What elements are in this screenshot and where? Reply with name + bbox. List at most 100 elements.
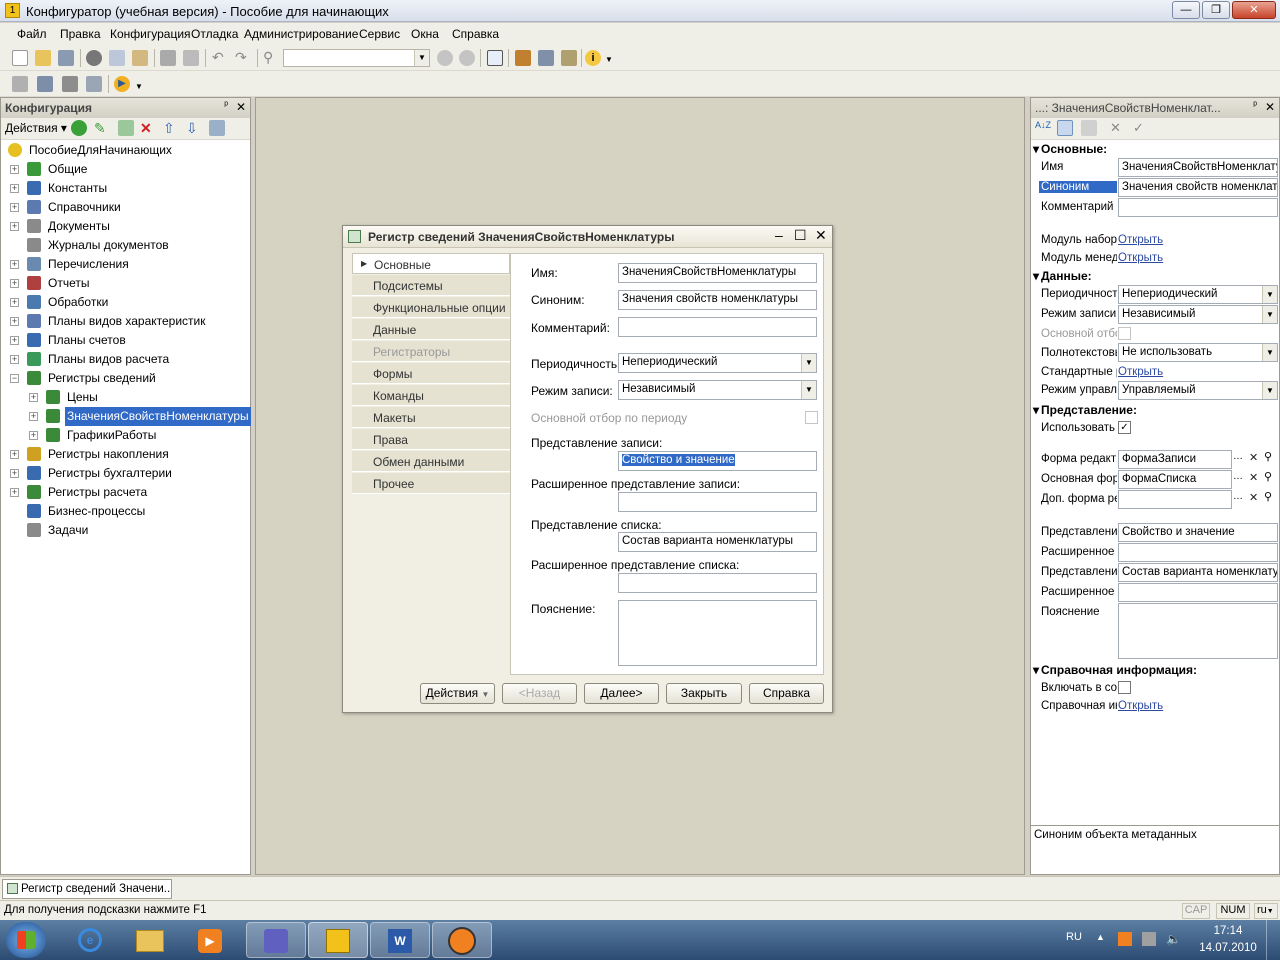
prop-add-form-value[interactable] [1118, 490, 1232, 509]
tree-item[interactable]: + ЗначенияСвойствНоменклатуры [2, 407, 251, 426]
tray-flag-icon[interactable] [1142, 932, 1156, 946]
next-button[interactable]: Далее> [584, 683, 659, 704]
prop-std-attr-link[interactable]: Открыть [1118, 366, 1163, 378]
menu-service[interactable]: Сервис [359, 27, 400, 41]
actions-button[interactable]: Действия ▼ [420, 683, 495, 704]
tree-item[interactable]: + Общие [2, 160, 251, 179]
clear-icon[interactable]: ✕ [1249, 491, 1258, 504]
tree-item[interactable]: Журналы документов [2, 236, 251, 255]
minimize-icon[interactable]: – [775, 227, 783, 243]
chevron-down-icon[interactable]: ▼ [1262, 344, 1277, 361]
tree-item[interactable]: + Обработки [2, 293, 251, 312]
dialog-tab[interactable]: Команды [352, 385, 510, 406]
ext-record-repr-field[interactable] [618, 492, 817, 512]
main-filter-checkbox[interactable] [805, 411, 818, 424]
select-icon[interactable]: … [1233, 471, 1243, 482]
dialog-tab[interactable]: Макеты [352, 407, 510, 428]
collapse-icon[interactable]: − [10, 374, 19, 383]
search-icon[interactable]: ⚲ [1264, 490, 1272, 503]
name-field[interactable]: ЗначенияСвойствНоменклатуры [618, 263, 817, 283]
print-icon[interactable] [160, 50, 176, 66]
search-icon[interactable]: ⚲ [1264, 470, 1272, 483]
apply-icon[interactable]: ✓ [1133, 120, 1149, 136]
prop-data-lock-select[interactable]: Управляемый ▼ [1118, 381, 1278, 400]
word-taskbar-button[interactable]: W [370, 922, 430, 958]
copy-icon[interactable] [109, 50, 125, 66]
find-next-icon[interactable] [437, 50, 453, 66]
print-preview-icon[interactable] [183, 50, 199, 66]
expand-icon[interactable]: + [10, 298, 19, 307]
pin-icon[interactable]: ᵖ [1253, 100, 1257, 111]
prop-name-value[interactable]: ЗначенияСвойствНоменклатуры [1118, 158, 1278, 177]
info-icon[interactable]: i [585, 50, 601, 66]
tree-item[interactable]: + Перечисления [2, 255, 251, 274]
expand-icon[interactable]: + [10, 355, 19, 364]
section-help-info[interactable]: Справочная информация: [1033, 663, 1197, 677]
show-desktop-button[interactable] [1266, 920, 1280, 960]
write-mode-select[interactable]: Независимый ▼ [618, 380, 817, 400]
config-tree-icon[interactable] [12, 76, 28, 92]
expand-icon[interactable]: + [10, 260, 19, 269]
add-icon[interactable] [71, 120, 87, 136]
list-repr-field[interactable]: Состав варианта номенклатуры [618, 532, 817, 552]
sort-az-icon[interactable]: A↓Z [1035, 121, 1051, 137]
tree-item[interactable]: + Отчеты [2, 274, 251, 293]
tree-item[interactable]: ПособиеДляНачинающих [2, 141, 251, 160]
prop-explanation-value[interactable] [1118, 603, 1278, 659]
move-down-icon[interactable]: ⇩ [186, 120, 202, 136]
section-main[interactable]: Основные: [1033, 142, 1107, 156]
chevron-down-icon[interactable]: ▼ [801, 381, 816, 399]
expand-icon[interactable]: + [10, 469, 19, 478]
start-debug-icon[interactable]: ▶ [114, 76, 130, 92]
select-icon[interactable]: … [1233, 451, 1243, 462]
undo-icon[interactable]: ↶ [212, 50, 228, 66]
save-icon[interactable] [58, 50, 74, 66]
clear-icon[interactable]: ✕ [1249, 451, 1258, 464]
prop-main-filter-checkbox[interactable] [1118, 327, 1131, 340]
dialog-tab[interactable]: Подсистемы [352, 275, 510, 296]
section-presentation[interactable]: Представление: [1033, 403, 1137, 417]
ie-taskbar-button[interactable]: e [60, 922, 120, 958]
expand-icon[interactable]: + [10, 203, 19, 212]
dialog-tab[interactable]: Регистраторы [352, 341, 510, 362]
prop-list-repr-value[interactable]: Состав варианта номенклатуры [1118, 563, 1278, 582]
prop-fulltext-select[interactable]: Не использовать ▼ [1118, 343, 1278, 362]
prop-write-mode-select[interactable]: Независимый ▼ [1118, 305, 1278, 324]
tree-item[interactable]: + Константы [2, 179, 251, 198]
chevron-down-icon[interactable]: ▼ [1262, 382, 1277, 399]
tree-item[interactable]: + Справочники [2, 198, 251, 217]
close-button[interactable]: ✕ [1232, 1, 1276, 19]
tree-item[interactable]: + Планы видов расчета [2, 350, 251, 369]
expand-icon[interactable]: + [29, 393, 38, 402]
move-up-icon[interactable]: ⇧ [163, 120, 179, 136]
expand-icon[interactable]: + [10, 488, 19, 497]
menu-configuration[interactable]: Конфигурация [110, 27, 191, 41]
syntax-helper-icon[interactable] [538, 50, 554, 66]
expand-icon[interactable]: + [10, 317, 19, 326]
tree-item[interactable]: + Планы видов характеристик [2, 312, 251, 331]
tree-item[interactable]: + Цены [2, 388, 251, 407]
update-db-icon[interactable] [62, 76, 78, 92]
section-data[interactable]: Данные: [1033, 269, 1092, 283]
maximize-icon[interactable]: ☐ [794, 227, 807, 244]
windows-icon[interactable] [487, 50, 503, 66]
expand-icon[interactable]: + [10, 336, 19, 345]
close-icon[interactable]: ✕ [236, 100, 246, 114]
dialog-tab[interactable]: ▶ Основные [352, 253, 510, 274]
prop-ext-list-repr-value[interactable] [1118, 583, 1278, 602]
prop-comment-value[interactable] [1118, 198, 1278, 217]
record-repr-field[interactable]: Свойство и значение [618, 451, 817, 471]
tray-expand-icon[interactable]: ▲ [1096, 932, 1105, 942]
help-button[interactable]: Справка [749, 683, 824, 704]
prop-include-help-checkbox[interactable] [1118, 681, 1131, 694]
menu-windows[interactable]: Окна [411, 27, 439, 41]
actions-menu[interactable]: Действия ▾ [5, 121, 67, 135]
ext-list-repr-field[interactable] [618, 573, 817, 593]
prop-ext-record-repr-value[interactable] [1118, 543, 1278, 562]
expand-icon[interactable]: + [10, 184, 19, 193]
chevron-down-icon[interactable]: ▼ [801, 354, 816, 372]
redo-icon[interactable]: ↷ [235, 50, 251, 66]
explorer-taskbar-button[interactable] [120, 922, 180, 958]
minimize-button[interactable]: — [1172, 1, 1200, 19]
edit-icon[interactable]: ✎ [94, 120, 110, 136]
